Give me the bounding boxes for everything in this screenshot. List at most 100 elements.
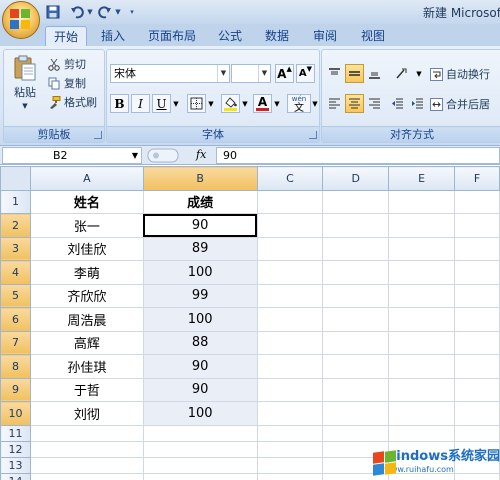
customize-qat-icon[interactable]: ▾ bbox=[128, 8, 136, 16]
fx-icon[interactable]: fx bbox=[196, 148, 206, 161]
tab-insert[interactable]: 插入 bbox=[96, 26, 130, 46]
name-cell[interactable]: 齐欣欣 bbox=[29, 283, 144, 308]
font-color-dropdown-icon[interactable]: ▼ bbox=[272, 94, 282, 113]
cell[interactable] bbox=[454, 307, 500, 332]
cell[interactable] bbox=[388, 236, 456, 261]
row-header[interactable]: 1 bbox=[0, 189, 31, 214]
column-header-c[interactable]: C bbox=[256, 166, 324, 191]
score-cell[interactable]: 90 bbox=[142, 377, 258, 402]
undo-dropdown-icon[interactable]: ▼ bbox=[86, 8, 94, 16]
cell[interactable] bbox=[454, 189, 500, 214]
cell[interactable] bbox=[256, 456, 324, 474]
row-header[interactable]: 10 bbox=[0, 401, 31, 426]
row-header[interactable]: 13 bbox=[0, 456, 31, 474]
orientation-button[interactable] bbox=[391, 64, 415, 83]
score-cell[interactable]: 100 bbox=[142, 260, 258, 285]
italic-button[interactable]: I bbox=[131, 94, 150, 113]
cell[interactable] bbox=[388, 377, 456, 402]
cell[interactable] bbox=[322, 283, 390, 308]
increase-indent-button[interactable] bbox=[408, 94, 427, 113]
bottom-align-button[interactable] bbox=[365, 64, 384, 83]
copy-button[interactable]: 复制 bbox=[48, 75, 86, 91]
row-header[interactable]: 12 bbox=[0, 440, 31, 458]
cell[interactable] bbox=[256, 377, 324, 402]
align-left-button[interactable] bbox=[325, 94, 344, 113]
cell[interactable] bbox=[142, 440, 258, 458]
name-cell[interactable]: 刘彻 bbox=[29, 401, 144, 426]
cell[interactable] bbox=[454, 354, 500, 379]
select-all-corner[interactable] bbox=[0, 166, 31, 191]
cell[interactable] bbox=[256, 213, 324, 238]
phonetic-dropdown-icon[interactable]: ▼ bbox=[310, 94, 320, 113]
format-painter-button[interactable]: 格式刷 bbox=[48, 94, 97, 110]
phonetic-guide-button[interactable]: wén 文 bbox=[287, 94, 311, 113]
grow-font-button[interactable]: A ▲ bbox=[275, 64, 294, 83]
cell[interactable] bbox=[454, 213, 500, 238]
row-header[interactable]: 7 bbox=[0, 330, 31, 355]
name-box[interactable]: B2 ▼ bbox=[2, 147, 142, 164]
align-center-button[interactable] bbox=[345, 94, 364, 113]
score-cell[interactable]: 89 bbox=[142, 236, 258, 261]
cell[interactable] bbox=[454, 330, 500, 355]
tab-data[interactable]: 数据 bbox=[259, 26, 295, 46]
cell[interactable] bbox=[388, 424, 456, 442]
font-size-select[interactable]: ▼ bbox=[231, 64, 271, 83]
cell[interactable] bbox=[454, 377, 500, 402]
cell[interactable] bbox=[256, 283, 324, 308]
row-header[interactable]: 6 bbox=[0, 307, 31, 332]
cell[interactable] bbox=[29, 456, 144, 474]
column-header-d[interactable]: D bbox=[322, 166, 390, 191]
tab-home[interactable]: 开始 bbox=[45, 26, 87, 46]
orientation-dropdown-icon[interactable]: ▼ bbox=[414, 64, 424, 83]
cell[interactable] bbox=[322, 236, 390, 261]
borders-dropdown-icon[interactable]: ▼ bbox=[206, 94, 216, 113]
cell[interactable] bbox=[256, 440, 324, 458]
cell[interactable] bbox=[142, 472, 258, 480]
score-cell[interactable]: 100 bbox=[142, 401, 258, 426]
cell[interactable] bbox=[322, 189, 390, 214]
cell[interactable] bbox=[388, 189, 456, 214]
name-cell[interactable]: 于哲 bbox=[29, 377, 144, 402]
cell[interactable] bbox=[322, 354, 390, 379]
middle-align-button[interactable] bbox=[345, 64, 364, 83]
save-icon[interactable] bbox=[44, 3, 62, 21]
paste-button[interactable]: 粘贴 ▼ bbox=[8, 54, 42, 120]
cell[interactable] bbox=[256, 307, 324, 332]
row-header[interactable]: 14 bbox=[0, 472, 31, 480]
row-header[interactable]: 2 bbox=[0, 213, 31, 238]
name-cell[interactable]: 孙佳琪 bbox=[29, 354, 144, 379]
cell[interactable] bbox=[388, 283, 456, 308]
cell-a1[interactable]: 姓名 bbox=[29, 189, 144, 214]
cell[interactable] bbox=[29, 424, 144, 442]
fill-color-button[interactable] bbox=[221, 94, 240, 113]
cell[interactable] bbox=[454, 283, 500, 308]
column-header-f[interactable]: F bbox=[454, 166, 500, 191]
wrap-text-button[interactable]: 自动换行 bbox=[430, 66, 490, 82]
undo-icon[interactable] bbox=[68, 3, 86, 21]
paste-dropdown-icon[interactable]: ▼ bbox=[22, 102, 27, 110]
column-header-a[interactable]: A bbox=[29, 166, 144, 191]
cell[interactable] bbox=[388, 330, 456, 355]
cell[interactable] bbox=[388, 260, 456, 285]
score-cell[interactable]: 100 bbox=[142, 307, 258, 332]
cell[interactable] bbox=[256, 330, 324, 355]
redo-icon[interactable] bbox=[96, 3, 114, 21]
cell[interactable] bbox=[142, 424, 258, 442]
office-button[interactable] bbox=[2, 1, 40, 39]
score-cell-active[interactable]: 90 bbox=[142, 213, 258, 238]
cell[interactable] bbox=[256, 236, 324, 261]
borders-button[interactable] bbox=[187, 94, 206, 113]
cell[interactable] bbox=[322, 377, 390, 402]
redo-dropdown-icon[interactable]: ▼ bbox=[114, 8, 122, 16]
cell[interactable] bbox=[388, 307, 456, 332]
cell[interactable] bbox=[322, 424, 390, 442]
underline-dropdown-icon[interactable]: ▼ bbox=[171, 94, 181, 113]
cell-b1[interactable]: 成绩 bbox=[142, 189, 258, 214]
cell[interactable] bbox=[256, 354, 324, 379]
cell[interactable] bbox=[388, 354, 456, 379]
tab-review[interactable]: 审阅 bbox=[307, 26, 343, 46]
underline-button[interactable]: U bbox=[152, 94, 171, 113]
cell[interactable] bbox=[256, 424, 324, 442]
cell[interactable] bbox=[454, 401, 500, 426]
cell[interactable] bbox=[256, 472, 324, 480]
